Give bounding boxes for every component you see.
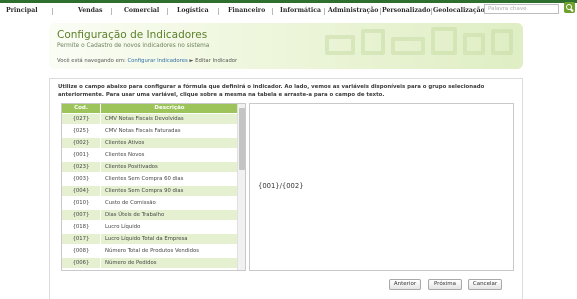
variable-code: {008}	[72, 248, 90, 254]
table-scrollbar[interactable]	[237, 104, 245, 270]
previous-button[interactable]: Anterior	[389, 279, 421, 290]
variable-code: {006}	[72, 260, 90, 266]
table-row[interactable]: {010} Custo de Comissão	[62, 198, 237, 209]
variable-description: CMV Notas Fiscais Faturadas	[105, 128, 181, 134]
table-row[interactable]: {008} Número Total de Produtos Vendidos	[62, 246, 237, 257]
nav-separator	[52, 8, 53, 15]
variable-code: {001}	[72, 152, 90, 158]
breadcrumb-prefix: Você está navegando em:	[57, 58, 126, 64]
table-row[interactable]: {018} Lucro Líquido	[62, 222, 237, 233]
nav-item-geolocalizacao[interactable]: Geolocalização	[433, 7, 485, 14]
variable-code: {010}	[72, 200, 90, 206]
breadcrumb: Você está navegando em: Configurar Indic…	[57, 58, 237, 64]
variable-code: {002}	[72, 140, 90, 146]
page-title: Configuração de Indicadores	[57, 29, 208, 41]
variable-description: Lucro Líquido Total da Empresa	[105, 236, 188, 242]
nav-separator	[380, 8, 381, 15]
variable-code: {018}	[72, 224, 90, 230]
table-row[interactable]: {027} CMV Notas Fiscais Devolvidas	[62, 114, 237, 125]
variable-description: Clientes Positivados	[105, 164, 158, 170]
formula-value: {001}/{002}	[258, 182, 304, 190]
top-accent-line	[0, 0, 577, 3]
top-navigation-bar: Principal Vendas Comercial Logística Fin…	[0, 0, 577, 16]
nav-item-administracao[interactable]: Administração	[328, 7, 378, 14]
variable-description: Clientes Novos	[105, 152, 145, 158]
table-row[interactable]: {001} Clientes Novos	[62, 150, 237, 161]
instructions-text: Utilize o campo abaixo para configurar a…	[58, 84, 485, 98]
nav-item-principal[interactable]: Principal	[6, 7, 38, 14]
search-input[interactable]: Palavra chave	[484, 4, 559, 14]
variable-description: Dias Úteis de Trabalho	[105, 212, 165, 218]
page-subtitle: Permite o Cadastro de novos indicadores …	[57, 43, 210, 49]
table-header: Cod. Descrição	[62, 104, 237, 113]
table-row[interactable]: {025} CMV Notas Fiscais Faturadas	[62, 126, 237, 137]
variable-description: Clientes Sem Compra 60 dias	[105, 176, 184, 182]
nav-separator	[111, 8, 112, 15]
table-row[interactable]: {002} Clientes Ativos	[62, 138, 237, 149]
column-header-description: Descrição	[154, 105, 185, 111]
variables-table: Cod. Descrição {027} CMV Notas Fiscais De…	[61, 103, 246, 271]
variable-code: {017}	[72, 236, 90, 242]
table-row[interactable]: {004} Clientes Sem Compra 90 dias	[62, 186, 237, 197]
nav-separator	[272, 8, 273, 15]
variable-code: {023}	[72, 164, 90, 170]
table-row[interactable]: {017} Lucro Líquido Total da Empresa	[62, 234, 237, 245]
nav-separator	[167, 8, 168, 15]
variable-code: {003}	[72, 176, 90, 182]
variable-description: Número Total de Produtos Vendidos	[105, 248, 199, 254]
variable-code: {007}	[72, 212, 90, 218]
search-icon[interactable]	[564, 2, 575, 13]
variable-description: Clientes Sem Compra 90 dias	[105, 188, 184, 194]
formula-textarea[interactable]: {001}/{002}	[249, 103, 514, 271]
variable-description: Lucro Líquido	[105, 224, 141, 230]
table-row[interactable]: {006} Número de Pedidos	[62, 258, 237, 269]
table-row[interactable]: {007} Dias Úteis de Trabalho	[62, 210, 237, 221]
variable-code: {027}	[72, 116, 90, 122]
table-row[interactable]: {003} Clientes Sem Compra 60 dias	[62, 174, 237, 185]
variable-code: {004}	[72, 188, 90, 194]
cancel-button[interactable]: Cancelar	[468, 279, 502, 290]
nav-separator	[431, 8, 432, 15]
nav-item-vendas[interactable]: Vendas	[78, 7, 103, 14]
variable-description: Clientes Ativos	[105, 140, 145, 146]
nav-item-financeiro[interactable]: Financeiro	[228, 7, 265, 14]
nav-item-comercial[interactable]: Comercial	[124, 7, 159, 14]
nav-item-personalizado[interactable]: Personalizado	[382, 7, 430, 14]
breadcrumb-link-configurar-indicadores[interactable]: Configurar Indicadores	[127, 58, 187, 64]
next-button[interactable]: Próxima	[428, 279, 462, 290]
banner-decoration	[325, 27, 515, 57]
breadcrumb-arrow-icon: ►	[189, 58, 194, 64]
variable-description: Número de Pedidos	[105, 260, 157, 266]
scrollbar-thumb[interactable]	[239, 108, 245, 170]
table-row[interactable]: {023} Clientes Positivados	[62, 162, 237, 173]
nav-item-logistica[interactable]: Logística	[177, 7, 209, 14]
column-header-code: Cod.	[74, 105, 88, 111]
breadcrumb-current: Editar Indicador	[195, 58, 238, 64]
variable-description: CMV Notas Fiscais Devolvidas	[105, 116, 184, 122]
column-divider	[100, 104, 101, 270]
nav-item-informatica[interactable]: Informática	[280, 7, 321, 14]
nav-separator	[218, 8, 219, 15]
variable-code: {025}	[72, 128, 90, 134]
nav-separator	[324, 8, 325, 15]
variable-description: Custo de Comissão	[105, 200, 156, 206]
